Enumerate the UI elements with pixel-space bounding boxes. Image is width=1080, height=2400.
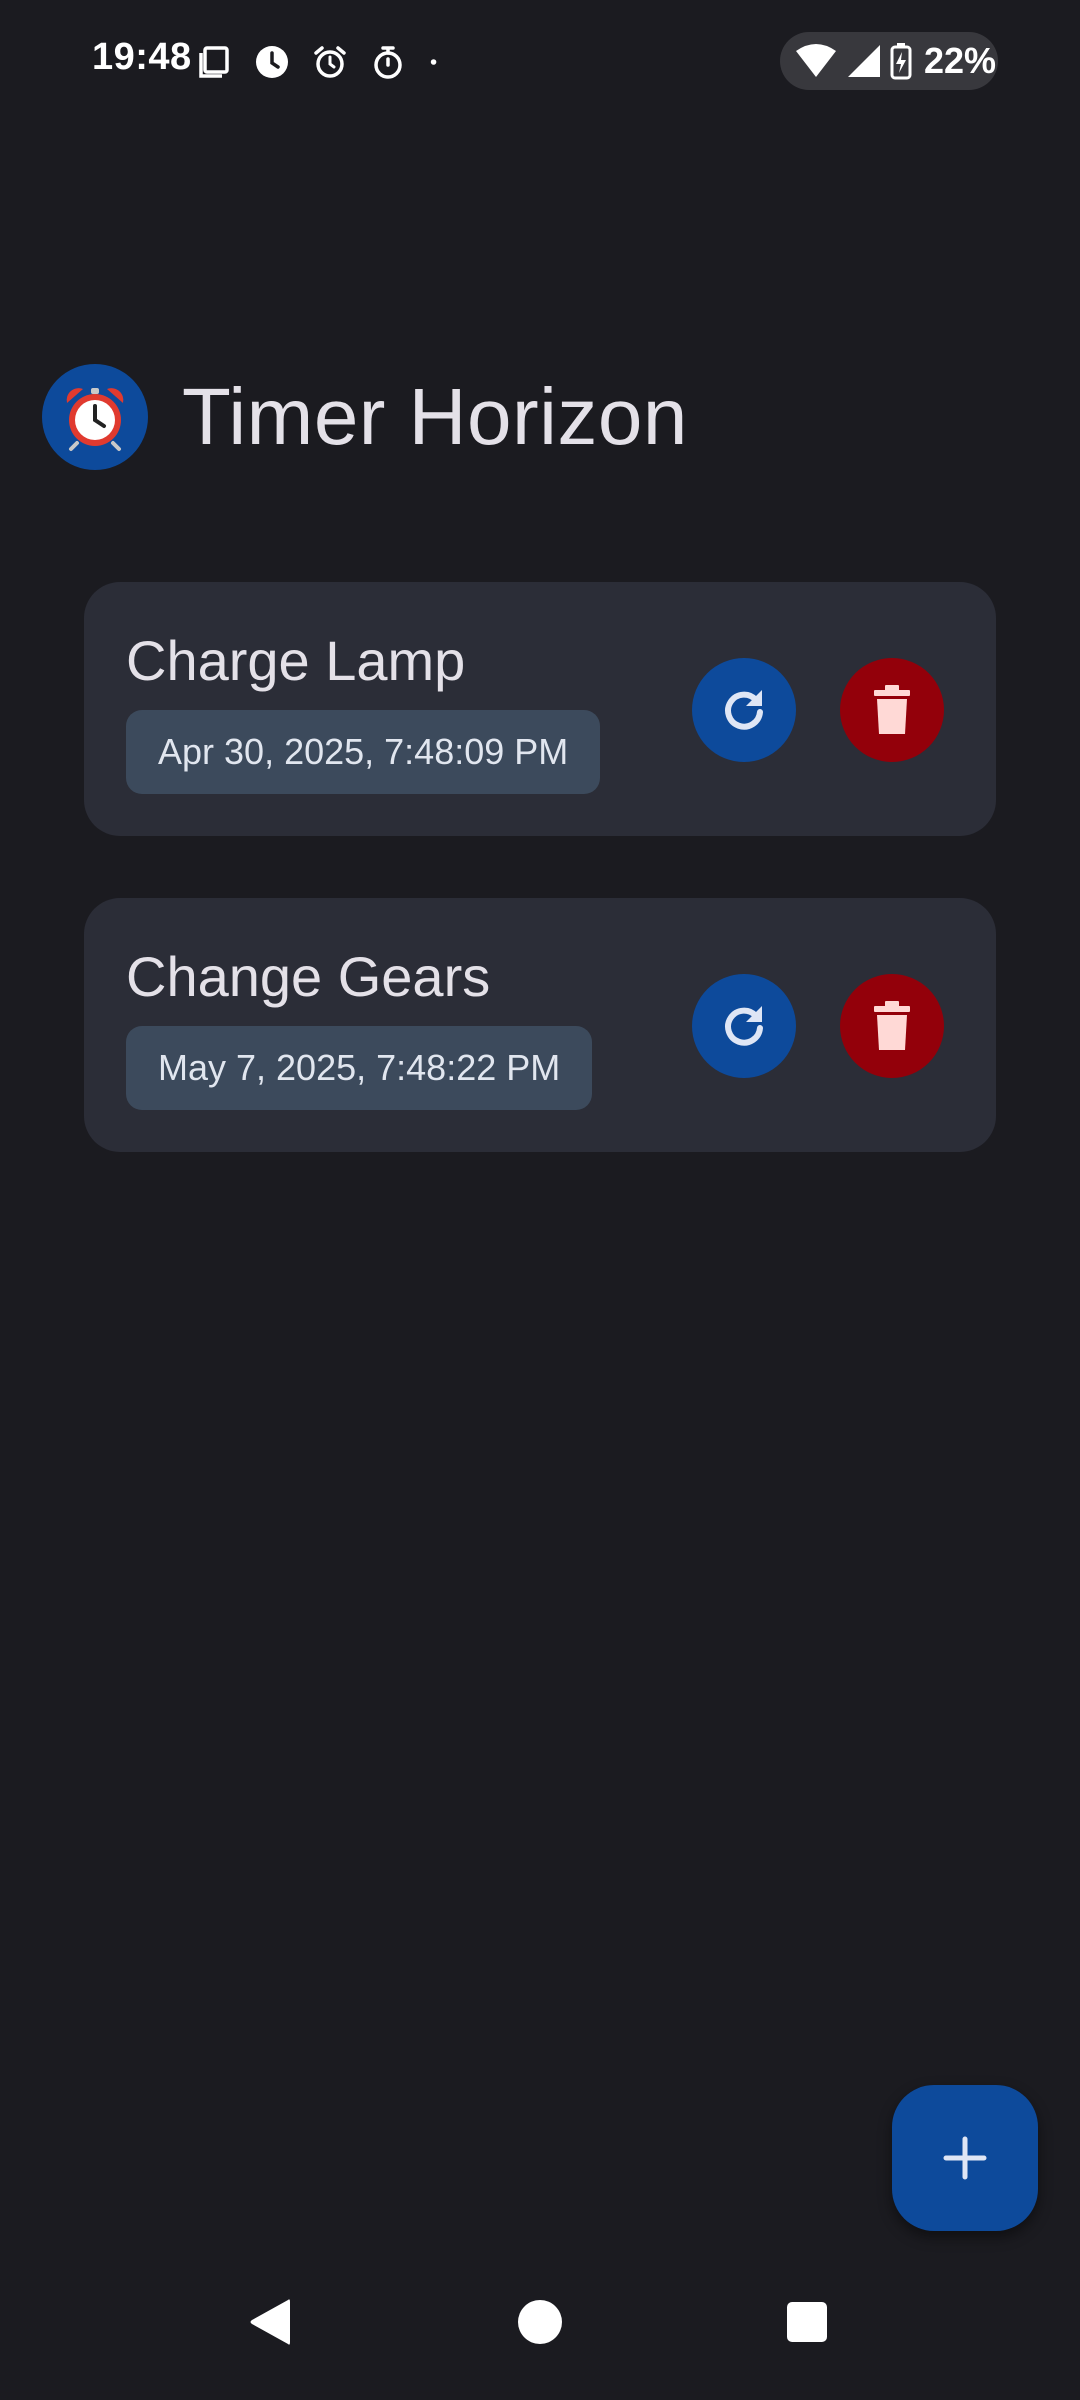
status-bar: 19:48 22%	[0, 0, 1080, 124]
system-status-pill: 22%	[780, 32, 998, 90]
delete-timer-button[interactable]	[840, 658, 944, 762]
stopwatch-icon	[374, 46, 402, 79]
navigation-bar	[0, 2280, 1080, 2400]
alarm-clock-icon	[66, 388, 124, 451]
reset-timer-button[interactable]	[692, 658, 796, 762]
screenshot-icon	[199, 46, 229, 78]
cellular-signal-icon	[848, 45, 880, 77]
more-notifications-dot-icon	[430, 59, 437, 65]
notification-icons	[196, 42, 448, 82]
back-triangle-icon	[250, 2299, 290, 2345]
recents-square-icon	[787, 2302, 827, 2342]
timer-name: Change Gears	[126, 945, 491, 1008]
plus-icon	[943, 2136, 987, 2180]
refresh-icon	[725, 690, 763, 730]
timer-date-chip: Apr 30, 2025, 7:48:09 PM	[126, 710, 601, 794]
status-time: 19:48	[92, 36, 192, 78]
home-button[interactable]	[500, 2282, 580, 2362]
wifi-icon	[796, 44, 836, 77]
home-circle-icon	[518, 2300, 562, 2344]
back-button[interactable]	[230, 2282, 310, 2362]
app-header: Timer Horizon	[42, 362, 688, 472]
timer-card: Charge Lamp Apr 30, 2025, 7:48:09 PM	[84, 582, 996, 836]
timer-list: Charge Lamp Apr 30, 2025, 7:48:09 PM Cha…	[84, 582, 996, 1214]
delete-timer-button[interactable]	[840, 974, 944, 1078]
screen: 19:48 22% Timer Horizon Charge Lamp Apr …	[0, 0, 1080, 2400]
timer-card: Change Gears May 7, 2025, 7:48:22 PM	[84, 898, 996, 1152]
add-timer-button[interactable]	[892, 2085, 1038, 2231]
trash-icon	[874, 1001, 910, 1050]
clock-icon	[256, 46, 288, 78]
timer-date-chip: May 7, 2025, 7:48:22 PM	[126, 1026, 593, 1110]
timer-name: Charge Lamp	[126, 629, 466, 692]
alarm-icon	[314, 46, 346, 78]
battery-charging-icon	[890, 43, 912, 80]
reset-timer-button[interactable]	[692, 974, 796, 1078]
trash-icon	[874, 685, 910, 734]
battery-percentage: 22%	[924, 40, 997, 81]
app-title: Timer Horizon	[182, 372, 688, 461]
app-logo	[42, 364, 148, 470]
recents-button[interactable]	[767, 2282, 847, 2362]
refresh-icon	[725, 1006, 763, 1046]
